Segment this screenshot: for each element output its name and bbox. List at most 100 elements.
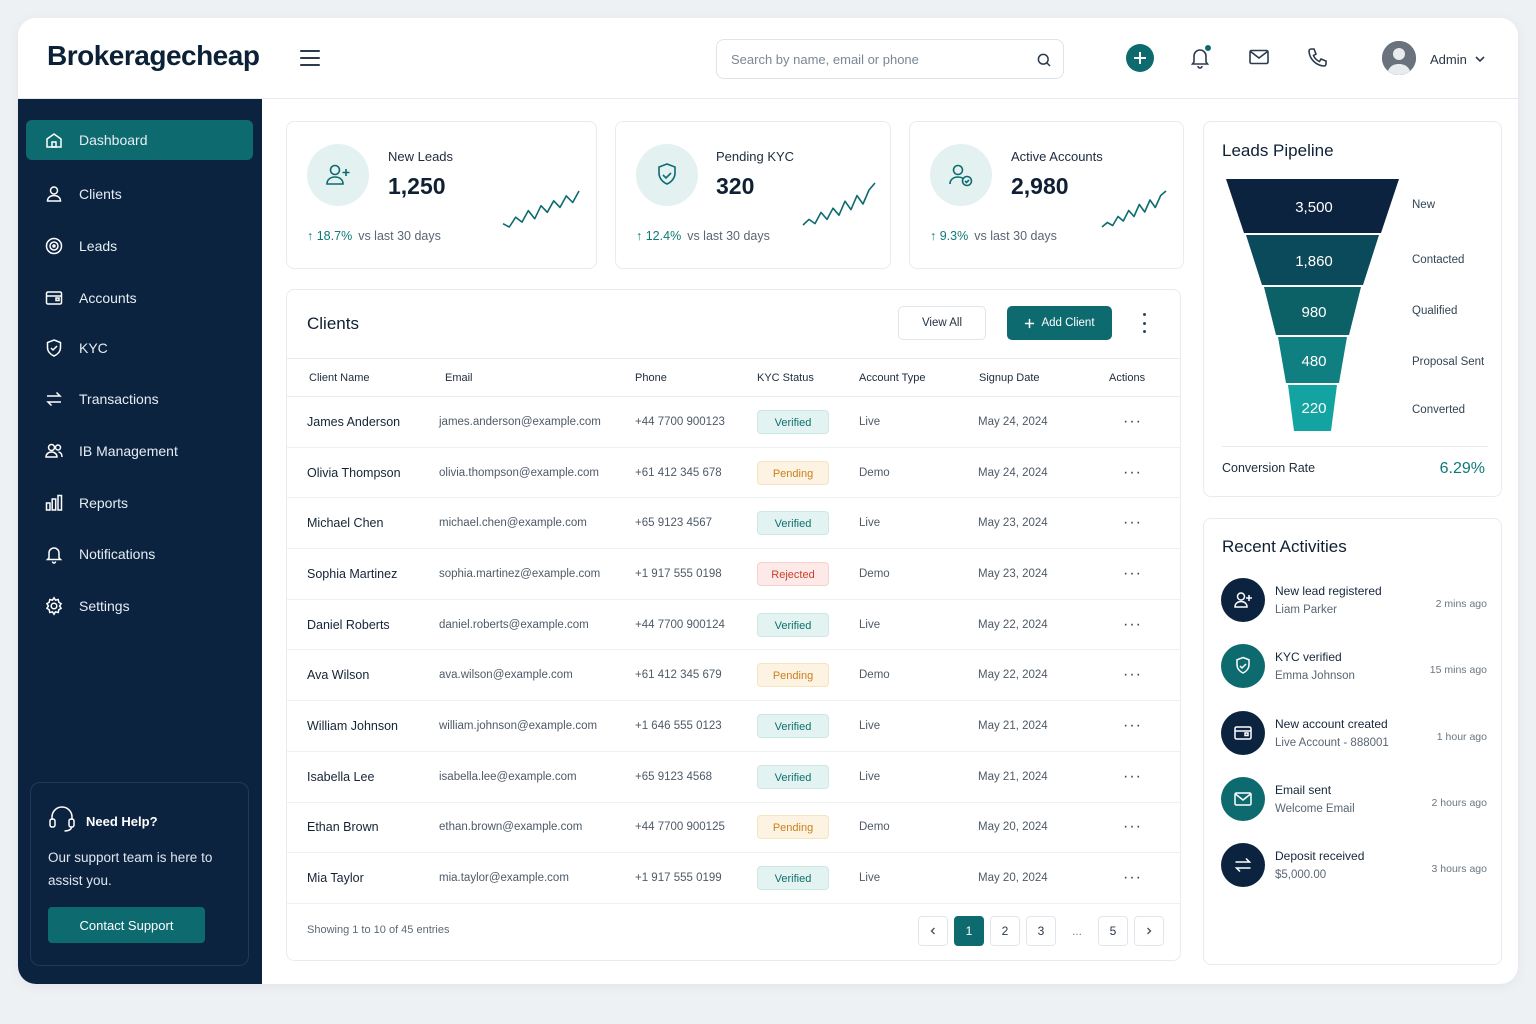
user-name[interactable]: Admin: [1430, 52, 1467, 67]
prev-page-button[interactable]: [918, 916, 948, 946]
row-actions-icon[interactable]: ···: [1123, 616, 1142, 633]
funnel-value: 3,500: [1295, 199, 1333, 216]
sidebar-item-settings[interactable]: Settings: [26, 586, 253, 626]
activity-item[interactable]: Deposit received $5,000.00 3 hours ago: [1221, 843, 1487, 889]
notifications-button[interactable]: [1185, 42, 1215, 72]
client-name[interactable]: Olivia Thompson: [287, 447, 439, 499]
top-header: Brokeragecheap Admin: [18, 18, 1518, 99]
client-email: ethan.brown@example.com: [439, 802, 635, 854]
avatar[interactable]: [1382, 41, 1416, 75]
chevron-down-icon[interactable]: [1474, 53, 1486, 65]
table-row[interactable]: William Johnson william.johnson@example.c…: [287, 700, 1181, 752]
more-options-icon[interactable]: [1137, 313, 1151, 333]
client-phone: +44 7700 900123: [635, 396, 757, 448]
activity-item[interactable]: New account created Live Account - 88800…: [1221, 711, 1487, 757]
column-header[interactable]: Phone: [635, 358, 757, 397]
activity-time: 2 mins ago: [1435, 598, 1487, 610]
page-button[interactable]: 2: [990, 916, 1020, 946]
conversion-rate-value: 6.29%: [1439, 460, 1485, 477]
stat-change: ↑ 18.7% vs last 30 days: [307, 229, 441, 243]
kyc-cell: Pending: [757, 802, 857, 854]
add-new-button[interactable]: [1126, 44, 1154, 72]
menu-toggle-icon[interactable]: [300, 50, 322, 68]
activity-item[interactable]: New lead registered Liam Parker 2 mins a…: [1221, 578, 1487, 624]
row-actions-icon[interactable]: ···: [1123, 464, 1142, 481]
stat-change-pct: ↑ 9.3%: [930, 229, 969, 243]
column-header[interactable]: Email: [439, 358, 635, 397]
row-actions-icon[interactable]: ···: [1123, 869, 1142, 886]
brand-logo[interactable]: Brokeragecheap: [47, 40, 260, 72]
client-name[interactable]: Daniel Roberts: [287, 599, 439, 651]
activity-title: Email sent: [1275, 783, 1332, 797]
row-actions-icon[interactable]: ···: [1123, 768, 1142, 785]
sidebar-item-notifications[interactable]: Notifications: [26, 534, 253, 574]
sidebar-item-dashboard[interactable]: Dashboard: [26, 120, 253, 160]
column-header[interactable]: KYC Status: [757, 358, 857, 397]
row-actions-icon[interactable]: ···: [1123, 666, 1142, 683]
signup-date: May 20, 2024: [977, 802, 1101, 854]
sidebar-item-leads[interactable]: Leads: [26, 226, 253, 266]
page-button[interactable]: 1: [954, 916, 984, 946]
client-name[interactable]: Ava Wilson: [287, 649, 439, 702]
next-page-button[interactable]: [1134, 916, 1164, 946]
kyc-cell: Verified: [757, 700, 857, 752]
row-actions-icon[interactable]: ···: [1123, 565, 1142, 582]
page-button[interactable]: 3: [1026, 916, 1056, 946]
app-window: Brokeragecheap Admin Dashboard: [18, 18, 1518, 984]
kyc-cell: Verified: [757, 396, 857, 448]
messages-button[interactable]: [1244, 42, 1274, 72]
sidebar-item-reports[interactable]: Reports: [26, 483, 253, 523]
column-header[interactable]: Client Name: [287, 358, 439, 397]
client-email: sophia.martinez@example.com: [439, 548, 635, 600]
row-actions-icon[interactable]: ···: [1123, 413, 1142, 430]
add-client-button[interactable]: Add Client: [1007, 306, 1112, 340]
sidebar-item-label: Dashboard: [79, 132, 148, 148]
column-header[interactable]: Signup Date: [977, 358, 1101, 397]
account-type: Live: [857, 599, 977, 651]
column-header[interactable]: Account Type: [857, 358, 977, 397]
call-button[interactable]: [1303, 42, 1333, 72]
contact-support-button[interactable]: Contact Support: [48, 907, 205, 943]
client-email: olivia.thompson@example.com: [439, 447, 635, 499]
status-badge: Verified: [757, 713, 829, 738]
page-button[interactable]: 5: [1098, 916, 1128, 946]
search-input[interactable]: [731, 40, 1031, 78]
table-row[interactable]: Daniel Roberts daniel.roberts@example.com…: [287, 599, 1181, 651]
table-row[interactable]: Olivia Thompson olivia.thompson@example.c…: [287, 447, 1181, 499]
table-row[interactable]: James Anderson james.anderson@example.com…: [287, 396, 1181, 448]
row-actions-icon[interactable]: ···: [1123, 514, 1142, 531]
client-phone: +1 917 555 0199: [635, 852, 757, 904]
view-all-button[interactable]: View All: [898, 306, 986, 340]
stat-change: ↑ 9.3% vs last 30 days: [930, 229, 1057, 243]
client-name[interactable]: Ethan Brown: [287, 802, 439, 854]
table-row[interactable]: Ethan Brown ethan.brown@example.com +44 77…: [287, 802, 1181, 854]
help-title: Need Help?: [86, 814, 158, 829]
table-row[interactable]: Sophia Martinez sophia.martinez@example.c…: [287, 548, 1181, 600]
client-name[interactable]: Sophia Martinez: [287, 548, 439, 600]
client-name[interactable]: Isabella Lee: [287, 751, 439, 803]
user-avatar-icon: [1382, 41, 1416, 75]
client-name[interactable]: William Johnson: [287, 700, 439, 752]
client-name[interactable]: James Anderson: [287, 396, 439, 448]
notification-dot: [1204, 44, 1212, 52]
search-icon[interactable]: [1035, 51, 1053, 69]
row-actions-icon[interactable]: ···: [1123, 717, 1142, 734]
table-row[interactable]: Ava Wilson ava.wilson@example.com +61 412 …: [287, 649, 1181, 702]
sidebar-item-accounts[interactable]: Accounts: [26, 278, 253, 318]
client-name[interactable]: Mia Taylor: [287, 852, 439, 904]
table-row[interactable]: Isabella Lee isabella.lee@example.com +65 …: [287, 751, 1181, 803]
activity-title: New account created: [1275, 717, 1388, 731]
pagination: 1 2 3 ... 5: [918, 916, 1164, 946]
table-row[interactable]: Michael Chen michael.chen@example.com +65 …: [287, 497, 1181, 550]
sidebar-item-clients[interactable]: Clients: [26, 174, 253, 214]
table-row[interactable]: Mia Taylor mia.taylor@example.com +1 917 5…: [287, 852, 1181, 904]
row-actions-icon[interactable]: ···: [1123, 818, 1142, 835]
client-name[interactable]: Michael Chen: [287, 497, 439, 550]
sidebar-item-ib-management[interactable]: IB Management: [26, 431, 253, 471]
account-type: Live: [857, 396, 977, 448]
client-phone: +44 7700 900124: [635, 599, 757, 651]
activity-item[interactable]: Email sent Welcome Email 2 hours ago: [1221, 777, 1487, 823]
sidebar-item-kyc[interactable]: KYC: [26, 328, 253, 368]
sidebar-item-transactions[interactable]: Transactions: [26, 379, 253, 419]
activity-item[interactable]: KYC verified Emma Johnson 15 mins ago: [1221, 644, 1487, 690]
